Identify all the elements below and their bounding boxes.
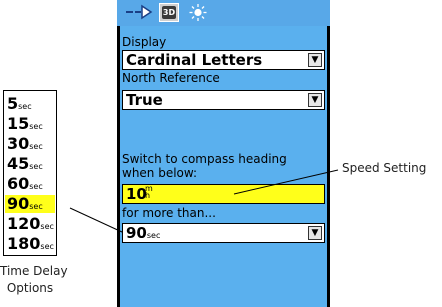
option-value: 15 (7, 114, 30, 133)
switch-compass-label-line2: when below: (122, 166, 198, 180)
north-reference-label: North Reference (122, 71, 220, 85)
time-delay-option[interactable]: 5sec (5, 95, 55, 113)
dropdown-arrow-icon: ▼ (308, 226, 322, 240)
time-delay-callout-line (69, 207, 123, 233)
time-delay-caption-line1: Time Delay (0, 264, 68, 278)
option-unit: sec (18, 102, 32, 111)
option-value: 45 (7, 154, 30, 173)
option-unit: sec (40, 222, 54, 231)
time-delay-value: 90 (126, 224, 147, 242)
settings-panel: Display Cardinal Letters ▼ North Referen… (120, 26, 327, 307)
time-delay-dropdown[interactable]: 90sec ▼ (122, 223, 325, 243)
time-delay-caption-line2: Options (6, 281, 54, 295)
option-value: 120 (7, 214, 41, 233)
3d-icon: 3D (162, 6, 176, 19)
time-delay-option[interactable]: 30sec (5, 135, 55, 153)
device-screen: 3D Display Cardinal Letters ▼ North Refe… (117, 0, 330, 307)
north-reference-dropdown[interactable]: True ▼ (122, 90, 325, 110)
option-unit: sec (29, 122, 43, 131)
switch-compass-label-line1: Switch to compass heading (122, 152, 287, 166)
speed-setting-caption: Speed Setting (342, 161, 427, 175)
for-more-than-label: for more than... (122, 206, 216, 220)
time-delay-option[interactable]: 90sec (5, 195, 55, 213)
option-unit: sec (29, 162, 43, 171)
display-dropdown[interactable]: Cardinal Letters ▼ (122, 50, 325, 70)
dropdown-arrow-icon: ▼ (308, 93, 322, 107)
dropdown-arrow-icon: ▼ (308, 53, 322, 67)
speed-unit-bottom: h (145, 191, 151, 200)
option-unit: sec (29, 202, 43, 211)
time-delay-unit: sec (146, 231, 161, 240)
option-unit: sec (29, 182, 43, 191)
option-value: 180 (7, 234, 41, 253)
time-delay-option[interactable]: 45sec (5, 155, 55, 173)
option-unit: sec (40, 242, 54, 251)
north-reference-value: True (126, 91, 163, 109)
tab-bar: 3D (117, 0, 330, 26)
speed-setting-field[interactable]: 10 m h (122, 184, 325, 204)
time-delay-options-list: 5sec 15sec 30sec 45sec 60sec 90sec 120sec 180se… (3, 90, 57, 256)
route-icon[interactable] (125, 3, 153, 22)
option-value: 60 (7, 174, 30, 193)
option-value: 5 (7, 94, 19, 113)
display-value: Cardinal Letters (126, 51, 263, 69)
option-unit: sec (29, 142, 43, 151)
time-delay-option[interactable]: 180sec (5, 235, 55, 253)
tab-3d[interactable]: 3D (159, 3, 179, 22)
display-label: Display (122, 35, 167, 49)
time-delay-option[interactable]: 15sec (5, 115, 55, 133)
option-value: 90 (7, 194, 30, 213)
speed-value: 10 (126, 185, 147, 203)
option-value: 30 (7, 134, 30, 153)
sun-icon[interactable] (187, 3, 209, 22)
time-delay-option[interactable]: 60sec (5, 175, 55, 193)
time-delay-option[interactable]: 120sec (5, 215, 55, 233)
